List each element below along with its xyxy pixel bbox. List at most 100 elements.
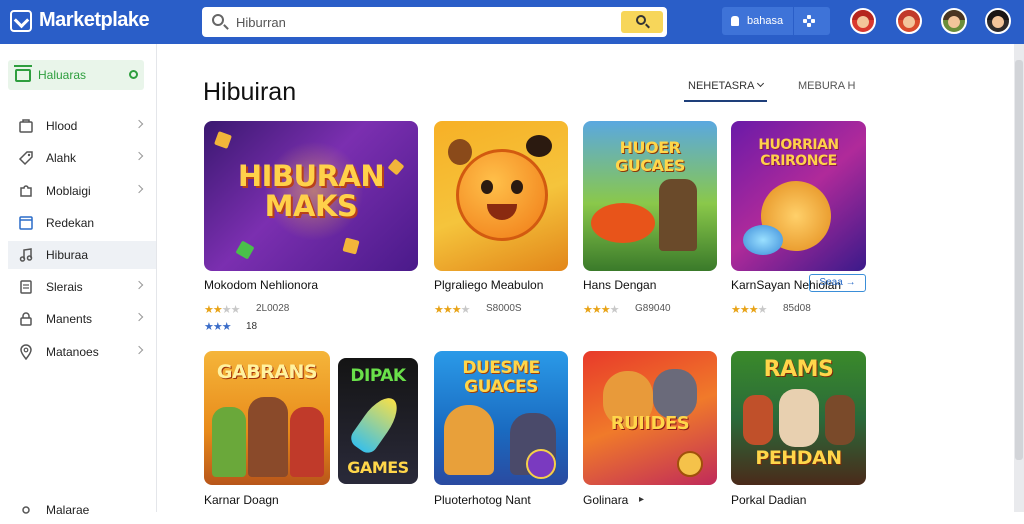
character-decoration <box>290 407 324 477</box>
app-meta: G89040 <box>635 303 671 314</box>
location-pin-icon <box>20 344 32 360</box>
sort-dropdown[interactable]: NEHETASRA <box>684 79 768 102</box>
store-icon <box>14 64 32 82</box>
app-card[interactable]: DIPAK GAMES <box>338 358 418 484</box>
app-thumbnail[interactable]: DUESME GUACES <box>434 351 568 485</box>
sidebar-item-label: Slerais <box>46 280 83 294</box>
app-meta: 2L0028 <box>256 303 290 314</box>
app-card[interactable]: GABRANS Karnar Doagn <box>204 351 330 512</box>
chevron-right-icon <box>134 312 144 322</box>
sidebar-item[interactable]: Redekan <box>8 209 156 237</box>
app-thumbnail[interactable] <box>434 121 568 271</box>
search-button[interactable] <box>621 11 663 33</box>
sidebar-home-label: Haluaras <box>38 68 87 82</box>
app-thumbnail-subtitle: GAMES <box>347 458 409 477</box>
search-input[interactable] <box>236 7 616 37</box>
chevron-right-icon <box>134 119 144 129</box>
chevron-right-icon <box>134 184 144 194</box>
sidebar-item[interactable]: Moblaigi <box>8 177 156 205</box>
app-title: Karnar Doagn <box>204 493 279 507</box>
sort-label: NEHETASRA <box>688 80 755 92</box>
sidebar-item-label: Manents <box>46 312 93 326</box>
apps-grid-icon[interactable] <box>803 15 816 27</box>
app-card[interactable]: Plgraliego Meabulon ★★★★ S8000S <box>434 121 568 321</box>
divider <box>793 7 795 35</box>
sidebar-item-home[interactable]: Haluaras <box>8 60 144 90</box>
app-thumbnail[interactable]: HIBURAN MAKS <box>204 121 418 271</box>
gem-decoration <box>342 237 360 255</box>
character-decoration <box>444 405 494 475</box>
app-thumbnail-title: HUORRIAN CRIRONCE <box>758 137 839 169</box>
see-all-button[interactable]: Seaa → <box>809 274 866 292</box>
avatar[interactable] <box>850 8 876 34</box>
rating-stars-secondary: ★★★ <box>204 321 232 333</box>
search-icon <box>212 14 224 26</box>
sidebar-item-label: Hlood <box>46 119 78 133</box>
app-card[interactable]: RAMS PEHDAN Porkal Dadian <box>731 351 866 512</box>
eye-decoration <box>511 180 523 194</box>
account-button[interactable]: bahasa <box>722 7 830 35</box>
sidebar-item-label: Malarae <box>46 503 90 517</box>
brand-name: Marketplake <box>39 9 150 31</box>
sidebar-item[interactable]: Hlood <box>8 112 156 140</box>
app-thumbnail[interactable]: GABRANS <box>204 351 330 485</box>
rating-stars: ★★★★ <box>204 304 240 316</box>
app-thumbnail-title: RUIIDES <box>610 413 690 434</box>
app-thumbnail[interactable]: RUIIDES <box>583 351 717 485</box>
top-bar: Marketplake bahasa <box>0 0 1024 44</box>
app-thumbnail[interactable]: HUORRIAN CRIRONCE <box>731 121 866 271</box>
app-thumbnail[interactable]: DIPAK GAMES <box>338 358 418 484</box>
scrollbar-thumb[interactable] <box>1015 60 1023 460</box>
character-decoration <box>825 395 855 445</box>
avatar-face <box>903 16 915 28</box>
character-decoration <box>659 179 697 251</box>
sidebar-item[interactable]: Matanoes <box>8 338 156 366</box>
app-thumbnail-title: HIBURAN MAKS <box>237 159 385 223</box>
tag-icon <box>18 151 33 166</box>
app-thumbnail-title: DIPAK <box>350 366 406 386</box>
sidebar-item[interactable]: Slerais <box>8 273 156 301</box>
sidebar-item-label: Moblaigi <box>46 184 91 198</box>
sidebar-item[interactable]: Malarae <box>8 496 156 524</box>
app-thumbnail-title: GABRANS <box>216 361 318 383</box>
chevron-down-icon <box>757 79 765 88</box>
sidebar-item-entertainment[interactable]: Hiburaa <box>8 241 156 269</box>
app-thumbnail[interactable]: HUOER GUCAES <box>583 121 717 271</box>
rating-stars: ★★★★ <box>434 304 470 316</box>
avatar[interactable] <box>985 8 1011 34</box>
app-card[interactable]: RUIIDES Golinara ▸ <box>583 351 717 512</box>
status-dot-icon <box>129 70 138 79</box>
window-icon <box>19 216 33 230</box>
app-title: Pluoterhotog Nant <box>434 493 531 507</box>
avatar-face <box>857 16 869 28</box>
food-decoration <box>591 203 655 243</box>
avatar[interactable] <box>941 8 967 34</box>
sidebar-item-label: Matanoes <box>46 345 99 359</box>
app-card[interactable]: HUOER GUCAES Hans Dengan ★★★★ G89040 <box>583 121 717 321</box>
sidebar-item[interactable]: Manents <box>8 305 156 333</box>
brand-logo[interactable]: Marketplake <box>10 9 150 32</box>
mouth-decoration <box>487 204 517 220</box>
app-thumbnail-title: RAMS <box>763 357 834 382</box>
character-decoration <box>212 407 246 477</box>
app-card[interactable]: HIBURAN MAKS Mokodom Nehlionora ★★★★ 2L0… <box>204 121 418 341</box>
app-thumbnail-subtitle: PEHDAN <box>755 447 842 469</box>
view-label: MEBURA H <box>798 80 856 92</box>
app-title: Hans Dengan <box>583 278 657 292</box>
marketplace-logo-icon <box>10 9 32 32</box>
sidebar-item[interactable]: Alahk <box>8 144 156 172</box>
app-card[interactable]: DUESME GUACES Pluoterhotog Nant <box>434 351 568 512</box>
settings-icon <box>22 506 30 514</box>
character-decoration <box>779 389 819 447</box>
app-title: Porkal Dadian <box>731 493 807 507</box>
page-title: Hibuiran <box>203 78 297 106</box>
avatar[interactable] <box>896 8 922 34</box>
view-toggle[interactable]: MEBURA H <box>798 80 855 92</box>
app-meta: ▸ <box>639 494 645 505</box>
rating-stars: ★★★★ <box>731 304 767 316</box>
avatar-face <box>992 16 1004 28</box>
app-meta: S8000S <box>486 303 522 314</box>
lock-icon <box>20 312 32 326</box>
bag-icon <box>19 119 33 133</box>
app-thumbnail[interactable]: RAMS PEHDAN <box>731 351 866 485</box>
